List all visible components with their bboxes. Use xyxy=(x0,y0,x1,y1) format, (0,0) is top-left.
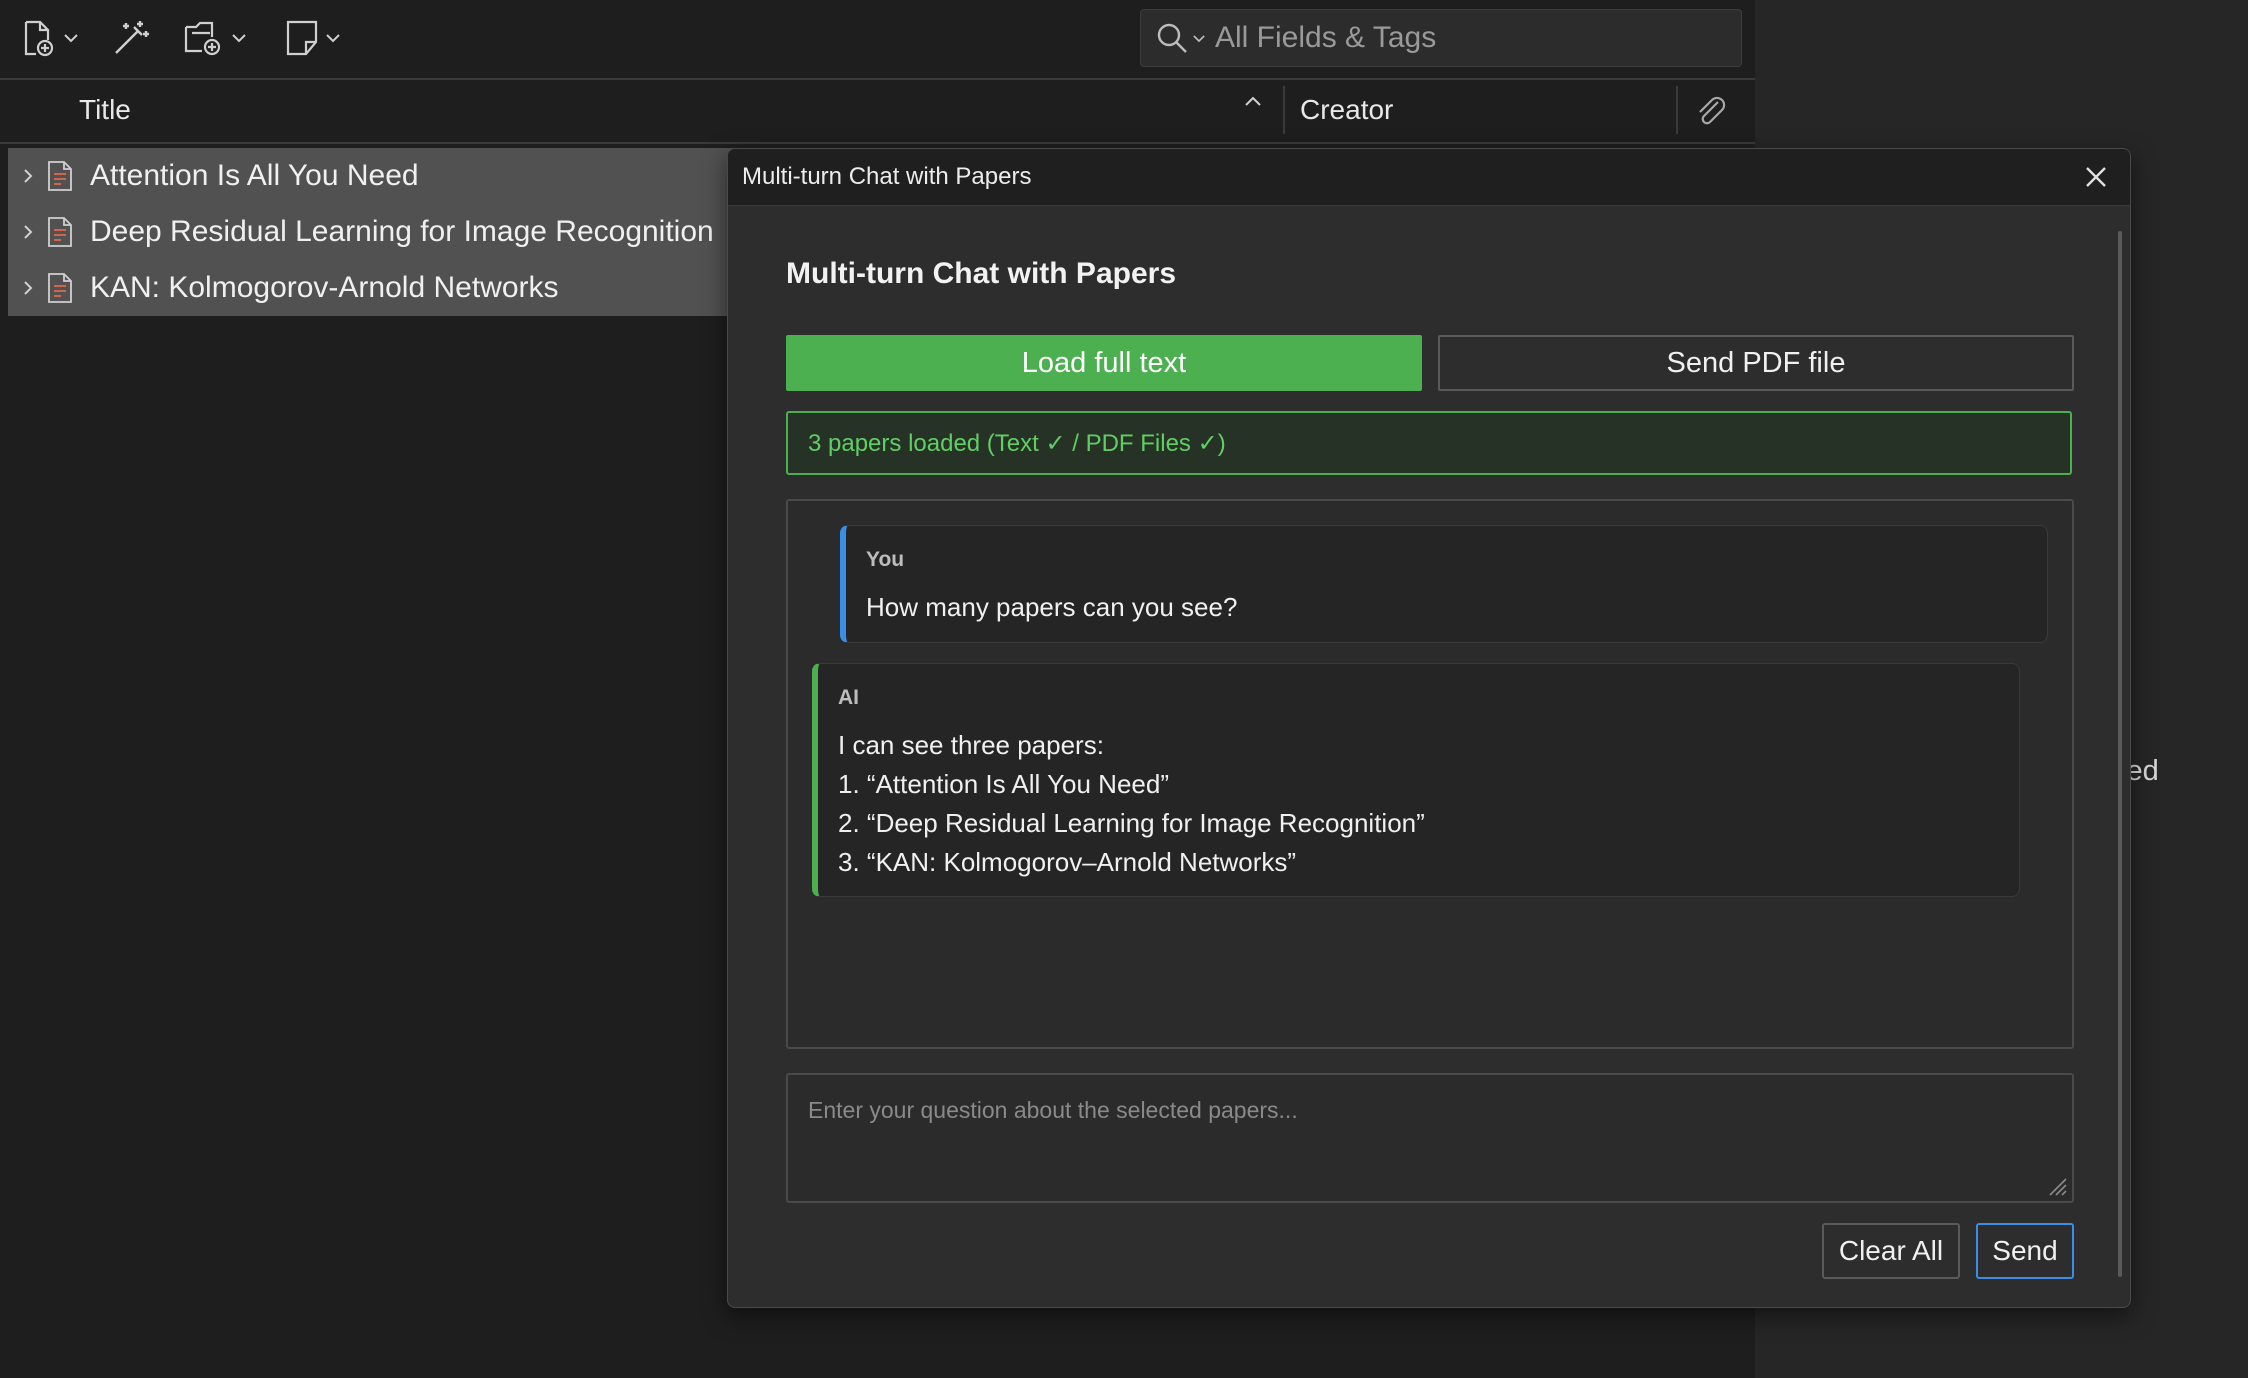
chat-dialog: Multi-turn Chat with Papers Multi-turn C… xyxy=(727,148,2131,1308)
search-mode-button[interactable] xyxy=(1155,21,1205,55)
sort-ascending-icon[interactable] xyxy=(1244,94,1262,112)
column-separator[interactable] xyxy=(1676,86,1678,134)
new-note-button[interactable] xyxy=(284,10,340,66)
close-icon[interactable] xyxy=(2080,161,2112,193)
ai-message: AI I can see three papers: 1. “Attention… xyxy=(812,663,2020,897)
chat-history[interactable]: You How many papers can you see? AI I ca… xyxy=(786,499,2074,1049)
clear-all-button[interactable]: Clear All xyxy=(1822,1223,1960,1279)
message-line: How many papers can you see? xyxy=(866,592,1238,622)
dialog-heading: Multi-turn Chat with Papers xyxy=(786,257,1176,290)
dialog-titlebar[interactable]: Multi-turn Chat with Papers xyxy=(728,149,2130,206)
search-icon xyxy=(1157,23,1187,53)
send-pdf-file-button[interactable]: Send PDF file xyxy=(1438,335,2074,391)
dialog-scrollbar[interactable] xyxy=(2118,231,2122,1277)
chevron-right-icon[interactable] xyxy=(14,280,42,296)
item-title: Attention Is All You Need xyxy=(90,159,419,192)
status-text: 3 papers loaded (Text ✓ / PDF Files ✓) xyxy=(808,429,1226,457)
chevron-down-icon xyxy=(232,34,246,43)
document-icon xyxy=(46,216,80,248)
message-line: I can see three papers: xyxy=(838,730,1104,760)
search-input[interactable] xyxy=(1213,20,1697,56)
add-attachment-button[interactable] xyxy=(182,10,246,66)
toolbar xyxy=(0,0,1755,80)
add-by-identifier-button[interactable] xyxy=(110,10,152,66)
message-sender: You xyxy=(866,548,905,571)
column-header: Title Creator xyxy=(0,80,1755,144)
message-line: 1. “Attention Is All You Need” xyxy=(838,769,1169,799)
chevron-down-icon xyxy=(1193,34,1205,42)
add-attachment-icon xyxy=(184,21,221,56)
user-message: You How many papers can you see? xyxy=(840,525,2048,643)
message-text: I can see three papers: 1. “Attention Is… xyxy=(838,726,1425,882)
dialog-window-title: Multi-turn Chat with Papers xyxy=(742,163,1032,190)
new-item-icon xyxy=(24,20,54,57)
chevron-right-icon[interactable] xyxy=(14,168,42,184)
new-item-button[interactable] xyxy=(18,10,78,66)
send-button[interactable]: Send xyxy=(1976,1223,2074,1279)
attachment-icon[interactable] xyxy=(1692,92,1728,133)
column-title[interactable]: Title xyxy=(79,94,131,126)
resize-grip-icon[interactable] xyxy=(2046,1175,2068,1202)
chevron-right-icon[interactable] xyxy=(14,224,42,240)
message-sender: AI xyxy=(838,686,859,709)
message-line: 3. “KAN: Kolmogorov–Arnold Networks” xyxy=(838,847,1297,877)
new-note-icon xyxy=(286,20,318,56)
item-title: Deep Residual Learning for Image Recogni… xyxy=(90,215,714,248)
load-full-text-button[interactable]: Load full text xyxy=(786,335,1422,391)
search-box[interactable] xyxy=(1140,9,1742,67)
message-line: 2. “Deep Residual Learning for Image Rec… xyxy=(838,808,1425,838)
chevron-down-icon xyxy=(326,34,340,43)
magic-wand-icon xyxy=(115,21,149,54)
document-icon xyxy=(46,160,80,192)
status-banner: 3 papers loaded (Text ✓ / PDF Files ✓) xyxy=(786,411,2072,475)
question-input[interactable] xyxy=(786,1073,2074,1203)
chevron-down-icon xyxy=(64,34,78,43)
item-title: KAN: Kolmogorov-Arnold Networks xyxy=(90,271,559,304)
column-separator[interactable] xyxy=(1283,86,1285,134)
document-icon xyxy=(46,272,80,304)
message-text: How many papers can you see? xyxy=(866,588,1237,627)
column-creator[interactable]: Creator xyxy=(1300,94,1393,126)
